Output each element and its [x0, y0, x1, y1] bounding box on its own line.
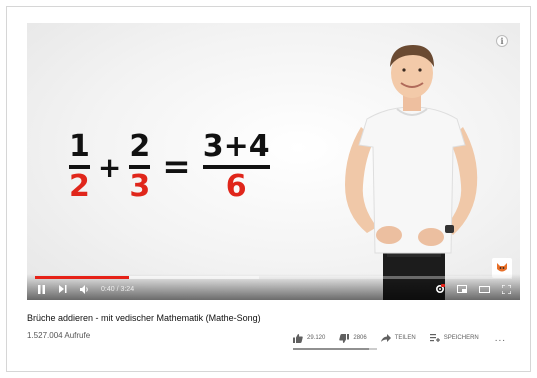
save-label: SPEICHERN [443, 335, 479, 341]
plus-sign: + [97, 150, 122, 184]
denominator: 2 [69, 169, 90, 204]
denominator: 6 [225, 169, 247, 204]
share-label: TEILEN [394, 335, 416, 341]
view-count: 1.527.004 Aufrufe [27, 331, 91, 340]
numerator: 1 [69, 129, 90, 164]
thumbs-up-icon [293, 333, 303, 343]
info-icon[interactable]: i [496, 35, 508, 47]
time-display: 0:40 / 3:24 [101, 285, 135, 293]
miniplayer-icon[interactable] [456, 283, 468, 295]
fraction-one-half: 1 2 [69, 132, 90, 202]
video-title: Brüche addieren - mit vedischer Mathemat… [27, 313, 261, 323]
player-controls: 0:40 / 3:24 [27, 274, 520, 300]
equals-sign: = [162, 147, 191, 187]
fraction-result: 3+4 6 [202, 129, 270, 204]
presenter-figure [345, 45, 478, 300]
settings-icon[interactable] [434, 283, 446, 295]
numerator: 2 [129, 129, 151, 164]
pause-icon[interactable] [35, 283, 47, 295]
video-player[interactable]: 1 2 + 2 3 = 3+4 6 i 0:40 / 3:24 [27, 23, 520, 300]
theater-icon[interactable] [478, 283, 490, 295]
thumbs-down-icon [339, 333, 350, 343]
numerator: 3+4 [202, 129, 270, 164]
like-ratio-fill [293, 348, 370, 350]
save-button[interactable]: SPEICHERN [429, 331, 479, 345]
played-bar [35, 276, 130, 279]
dislike-count: 2806 [353, 335, 367, 341]
more-actions-icon[interactable]: ... [495, 333, 506, 344]
add-to-playlist-icon [429, 334, 440, 342]
fraction-formula: 1 2 + 2 3 = 3+4 6 [69, 127, 270, 207]
like-button[interactable]: 29.120 [293, 331, 325, 345]
like-count: 29.120 [307, 335, 326, 341]
dislike-button[interactable]: 2806 [339, 331, 367, 345]
volume-icon[interactable] [79, 283, 91, 295]
progress-bar[interactable] [35, 276, 512, 279]
share-icon [380, 334, 391, 342]
next-icon[interactable] [57, 283, 69, 295]
share-button[interactable]: TEILEN [380, 331, 416, 345]
fox-logo-icon [497, 263, 507, 272]
video-actions: 29.120 2806 TEILEN SPEICHERN ... [293, 331, 506, 345]
denominator: 3 [129, 169, 151, 204]
fraction-two-thirds: 2 3 [129, 129, 151, 204]
like-dislike-ratio-bar [293, 348, 377, 350]
fullscreen-icon[interactable] [500, 283, 512, 295]
